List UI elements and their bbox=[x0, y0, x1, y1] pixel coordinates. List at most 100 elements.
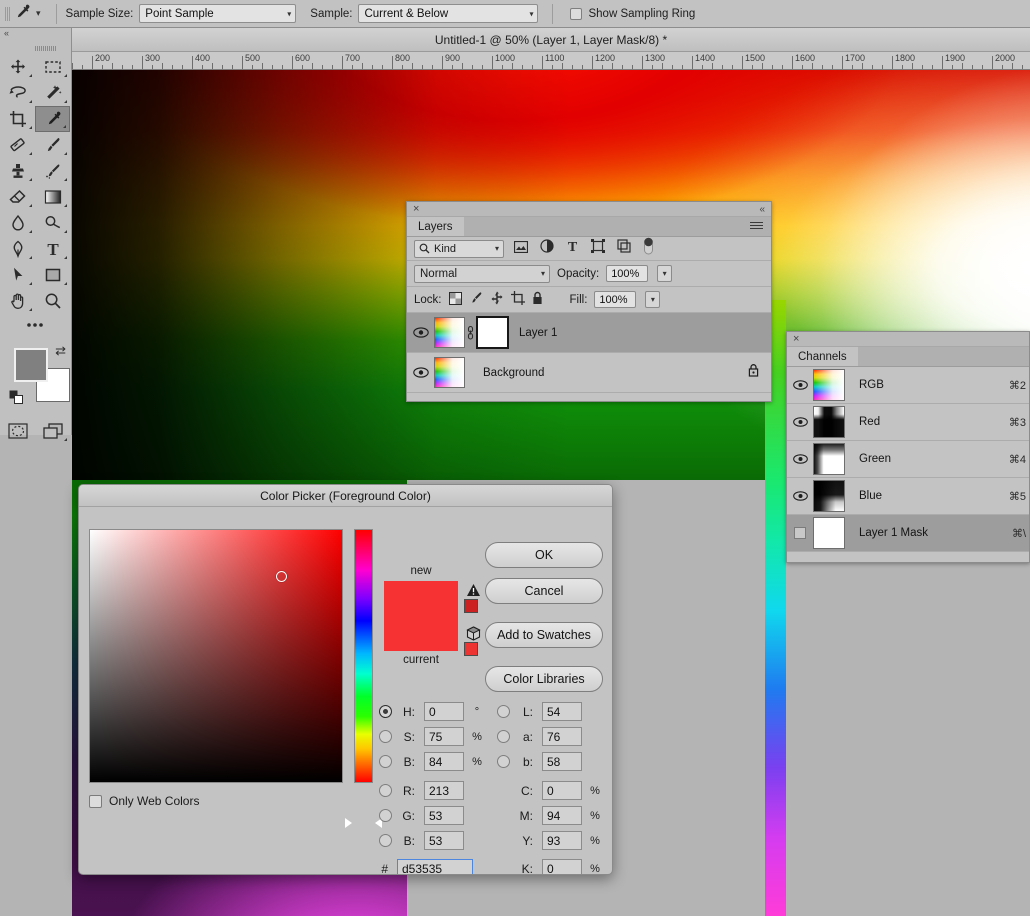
layer-row-background[interactable]: Background bbox=[407, 353, 771, 393]
saturation-brightness-field[interactable] bbox=[89, 529, 343, 783]
options-bar-grip[interactable] bbox=[0, 0, 10, 28]
toolbar-drag-handle[interactable] bbox=[0, 42, 71, 54]
panel-menu-icon[interactable] bbox=[750, 222, 763, 231]
close-icon[interactable]: × bbox=[793, 333, 799, 346]
magic-wand-tool[interactable] bbox=[35, 80, 70, 106]
close-icon[interactable]: × bbox=[413, 203, 419, 216]
toolbar-collapse[interactable]: « bbox=[0, 28, 71, 42]
channel-row-red[interactable]: Red ⌘3 bbox=[787, 404, 1029, 441]
cancel-button[interactable]: Cancel bbox=[485, 578, 603, 604]
pixel-filter-icon[interactable] bbox=[513, 240, 529, 258]
hsb-s-field[interactable]: S: 75 % bbox=[379, 727, 497, 746]
input-r[interactable]: 213 bbox=[424, 781, 464, 800]
foreground-color-swatch[interactable] bbox=[14, 348, 48, 382]
lab-a-field[interactable]: a: 76 bbox=[497, 727, 582, 746]
history-brush-tool[interactable] bbox=[35, 158, 70, 184]
screen-mode-icon[interactable] bbox=[35, 418, 70, 444]
channel-thumbnail[interactable] bbox=[813, 406, 845, 438]
input-b-lab[interactable]: 58 bbox=[542, 752, 582, 771]
layer-visibility-toggle[interactable] bbox=[407, 327, 434, 338]
cmyk-y-field[interactable]: Y: 93 % bbox=[497, 831, 603, 850]
eraser-tool[interactable] bbox=[0, 184, 35, 210]
collapse-icon[interactable]: « bbox=[759, 203, 765, 216]
rgb-g-field[interactable]: G: 53 bbox=[379, 806, 497, 825]
input-l[interactable]: 54 bbox=[542, 702, 582, 721]
radio-r[interactable] bbox=[379, 784, 392, 797]
sample-size-select[interactable]: Point Sample ▾ bbox=[139, 4, 297, 23]
lab-b-field[interactable]: b: 58 bbox=[497, 752, 582, 771]
link-mask-icon[interactable] bbox=[465, 325, 476, 340]
channel-visibility-toggle[interactable] bbox=[787, 454, 813, 464]
channel-visibility-toggle[interactable] bbox=[787, 527, 813, 539]
tab-layers[interactable]: Layers bbox=[407, 217, 464, 236]
adjustment-filter-icon[interactable] bbox=[540, 239, 554, 258]
ok-button[interactable]: OK bbox=[485, 542, 603, 568]
color-libraries-button[interactable]: Color Libraries bbox=[485, 666, 603, 692]
hsb-b-field[interactable]: B: 84 % bbox=[379, 752, 497, 771]
lock-all-icon[interactable] bbox=[532, 291, 543, 308]
cmyk-m-field[interactable]: M: 94 % bbox=[497, 806, 603, 825]
cmyk-k-field[interactable]: K: 0 % bbox=[497, 859, 603, 874]
type-filter-icon[interactable]: T bbox=[566, 239, 579, 258]
default-colors-icon[interactable] bbox=[9, 390, 23, 404]
input-hex[interactable]: d53535 bbox=[397, 859, 473, 874]
eyedropper-tool[interactable] bbox=[35, 106, 70, 132]
channel-visibility-toggle[interactable] bbox=[787, 380, 813, 390]
radio-h[interactable] bbox=[379, 705, 392, 718]
clone-stamp-tool[interactable] bbox=[0, 158, 35, 184]
input-h[interactable]: 0 bbox=[424, 702, 464, 721]
channels-panel-titlebar[interactable]: × bbox=[787, 332, 1029, 347]
channel-thumbnail[interactable] bbox=[813, 369, 845, 401]
crop-tool[interactable] bbox=[0, 106, 35, 132]
radio-a[interactable] bbox=[497, 730, 510, 743]
input-m[interactable]: 94 bbox=[542, 806, 582, 825]
channel-visibility-toggle[interactable] bbox=[787, 417, 813, 427]
hsb-h-field[interactable]: H: 0 ° bbox=[379, 702, 497, 721]
brush-tool[interactable] bbox=[35, 132, 70, 158]
swap-colors-icon[interactable]: ⇄ bbox=[55, 344, 66, 357]
rgb-r-field[interactable]: R: 213 bbox=[379, 781, 497, 800]
radio-l[interactable] bbox=[497, 705, 510, 718]
filter-kind-select[interactable]: Kind ▾ bbox=[414, 239, 504, 258]
new-color-swatch[interactable] bbox=[384, 581, 458, 651]
gradient-tool[interactable] bbox=[35, 184, 70, 210]
layer-row-layer-1[interactable]: Layer 1 bbox=[407, 313, 771, 353]
out-of-gamut-warning-icon[interactable] bbox=[464, 582, 482, 598]
lock-image-pixels-icon[interactable] bbox=[469, 291, 483, 308]
document-title-bar[interactable]: Untitled-1 @ 50% (Layer 1, Layer Mask/8)… bbox=[72, 28, 1030, 52]
move-tool[interactable] bbox=[0, 54, 35, 80]
not-web-safe-warning-icon[interactable] bbox=[464, 625, 482, 641]
layer-mask-thumbnail[interactable] bbox=[476, 316, 509, 349]
pen-tool[interactable] bbox=[0, 236, 35, 262]
sv-cursor[interactable] bbox=[276, 571, 287, 582]
radio-s[interactable] bbox=[379, 730, 392, 743]
quick-mask-icon[interactable] bbox=[0, 418, 35, 444]
radio-b-lab[interactable] bbox=[497, 755, 510, 768]
not-web-safe-chip[interactable] bbox=[464, 642, 478, 656]
radio-g[interactable] bbox=[379, 809, 392, 822]
input-k[interactable]: 0 bbox=[542, 859, 582, 874]
rgb-b-field[interactable]: B: 53 bbox=[379, 831, 497, 850]
layer-thumbnail[interactable] bbox=[434, 357, 465, 388]
layer-visibility-toggle[interactable] bbox=[407, 367, 434, 378]
show-sampling-ring-checkbox[interactable]: Show Sampling Ring bbox=[570, 7, 695, 20]
only-web-colors-checkbox[interactable]: Only Web Colors bbox=[89, 794, 199, 808]
horizontal-ruler[interactable]: 200 300 400 500 600 700 800 900 1000 1100 1200 1300… bbox=[72, 52, 1030, 70]
type-tool[interactable]: T bbox=[35, 236, 70, 262]
input-b-rgb[interactable]: 53 bbox=[424, 831, 464, 850]
hue-slider-left-handle[interactable] bbox=[345, 818, 352, 828]
channel-row-blue[interactable]: Blue ⌘5 bbox=[787, 478, 1029, 515]
blur-tool[interactable] bbox=[0, 210, 35, 236]
path-selection-tool[interactable] bbox=[0, 262, 35, 288]
channel-thumbnail[interactable] bbox=[813, 517, 845, 549]
channel-visibility-toggle[interactable] bbox=[787, 491, 813, 501]
input-s[interactable]: 75 bbox=[424, 727, 464, 746]
dodge-tool[interactable] bbox=[35, 210, 70, 236]
fill-input[interactable]: 100% bbox=[594, 291, 637, 308]
smartobject-filter-icon[interactable] bbox=[617, 239, 631, 258]
add-to-swatches-button[interactable]: Add to Swatches bbox=[485, 622, 603, 648]
hex-field[interactable]: # d53535 bbox=[379, 856, 497, 874]
input-c[interactable]: 0 bbox=[542, 781, 582, 800]
tab-channels[interactable]: Channels bbox=[787, 347, 858, 366]
out-of-gamut-chip[interactable] bbox=[464, 599, 478, 613]
